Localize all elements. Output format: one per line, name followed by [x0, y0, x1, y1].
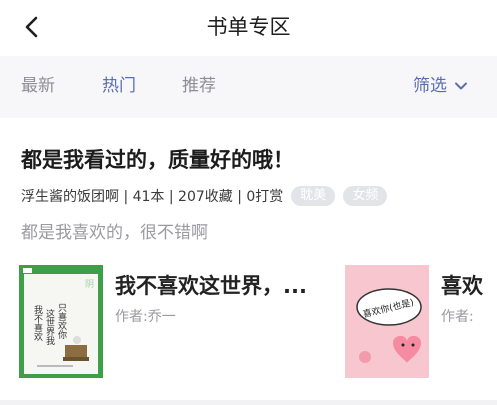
book-item[interactable]: 阴 我不喜欢 这世界我 只喜欢你 我不喜欢这世界，... 作者:乔一	[19, 265, 329, 380]
svg-text:只喜欢你: 只喜欢你	[56, 303, 67, 339]
tab-latest[interactable]: 最新	[21, 75, 55, 97]
booklist-card[interactable]: 都是我看过的，质量好的哦！ 浮生酱的饭团啊 | 41本 | 207收藏 | 0打…	[0, 118, 497, 400]
book-item[interactable]: 喜欢你(也是) 喜欢 作者:	[345, 265, 497, 380]
booklist-description: 都是我喜欢的，很不错啊	[21, 223, 208, 243]
book-author: 作者:乔一	[115, 309, 176, 325]
book-cover: 喜欢你(也是)	[345, 265, 429, 378]
svg-text:这世界我: 这世界我	[44, 308, 55, 345]
section-divider	[0, 400, 497, 405]
booklist-meta: 浮生酱的饭团啊 | 41本 | 207收藏 | 0打赏	[21, 189, 284, 205]
cover-text: 我不喜欢	[32, 305, 43, 342]
filter-label: 筛选	[413, 76, 447, 96]
filter-button[interactable]: 筛选	[413, 75, 469, 97]
book-title: 我不喜欢这世界，...	[115, 274, 307, 298]
tab-hot[interactable]: 热门	[102, 75, 136, 97]
book-author: 作者:	[441, 309, 474, 325]
book-cover-image: 喜欢你(也是)	[345, 265, 429, 378]
tag-danmei[interactable]: 耽美	[291, 186, 336, 206]
book-carousel[interactable]: 阴 我不喜欢 这世界我 只喜欢你 我不喜欢这世界，... 作者:乔一 喜欢你(也…	[0, 265, 497, 380]
tab-recommend[interactable]: 推荐	[182, 75, 216, 97]
book-title: 喜欢	[441, 274, 483, 298]
booklist-title: 都是我看过的，质量好的哦！	[21, 148, 294, 172]
svg-text:阴: 阴	[85, 279, 94, 290]
chevron-down-icon	[455, 82, 467, 90]
book-cover: 阴 我不喜欢 这世界我 只喜欢你	[19, 265, 103, 378]
page-title: 书单专区	[206, 15, 291, 39]
tag-female[interactable]: 女频	[343, 186, 388, 206]
app-header: 书单专区	[0, 0, 497, 56]
book-cover-image: 阴 我不喜欢 这世界我 只喜欢你	[19, 265, 103, 378]
booklist-meta-row: 浮生酱的饭团啊 | 41本 | 207收藏 | 0打赏 耽美 女频	[21, 184, 388, 208]
tab-bar: 最新 热门 推荐 筛选	[0, 56, 497, 118]
